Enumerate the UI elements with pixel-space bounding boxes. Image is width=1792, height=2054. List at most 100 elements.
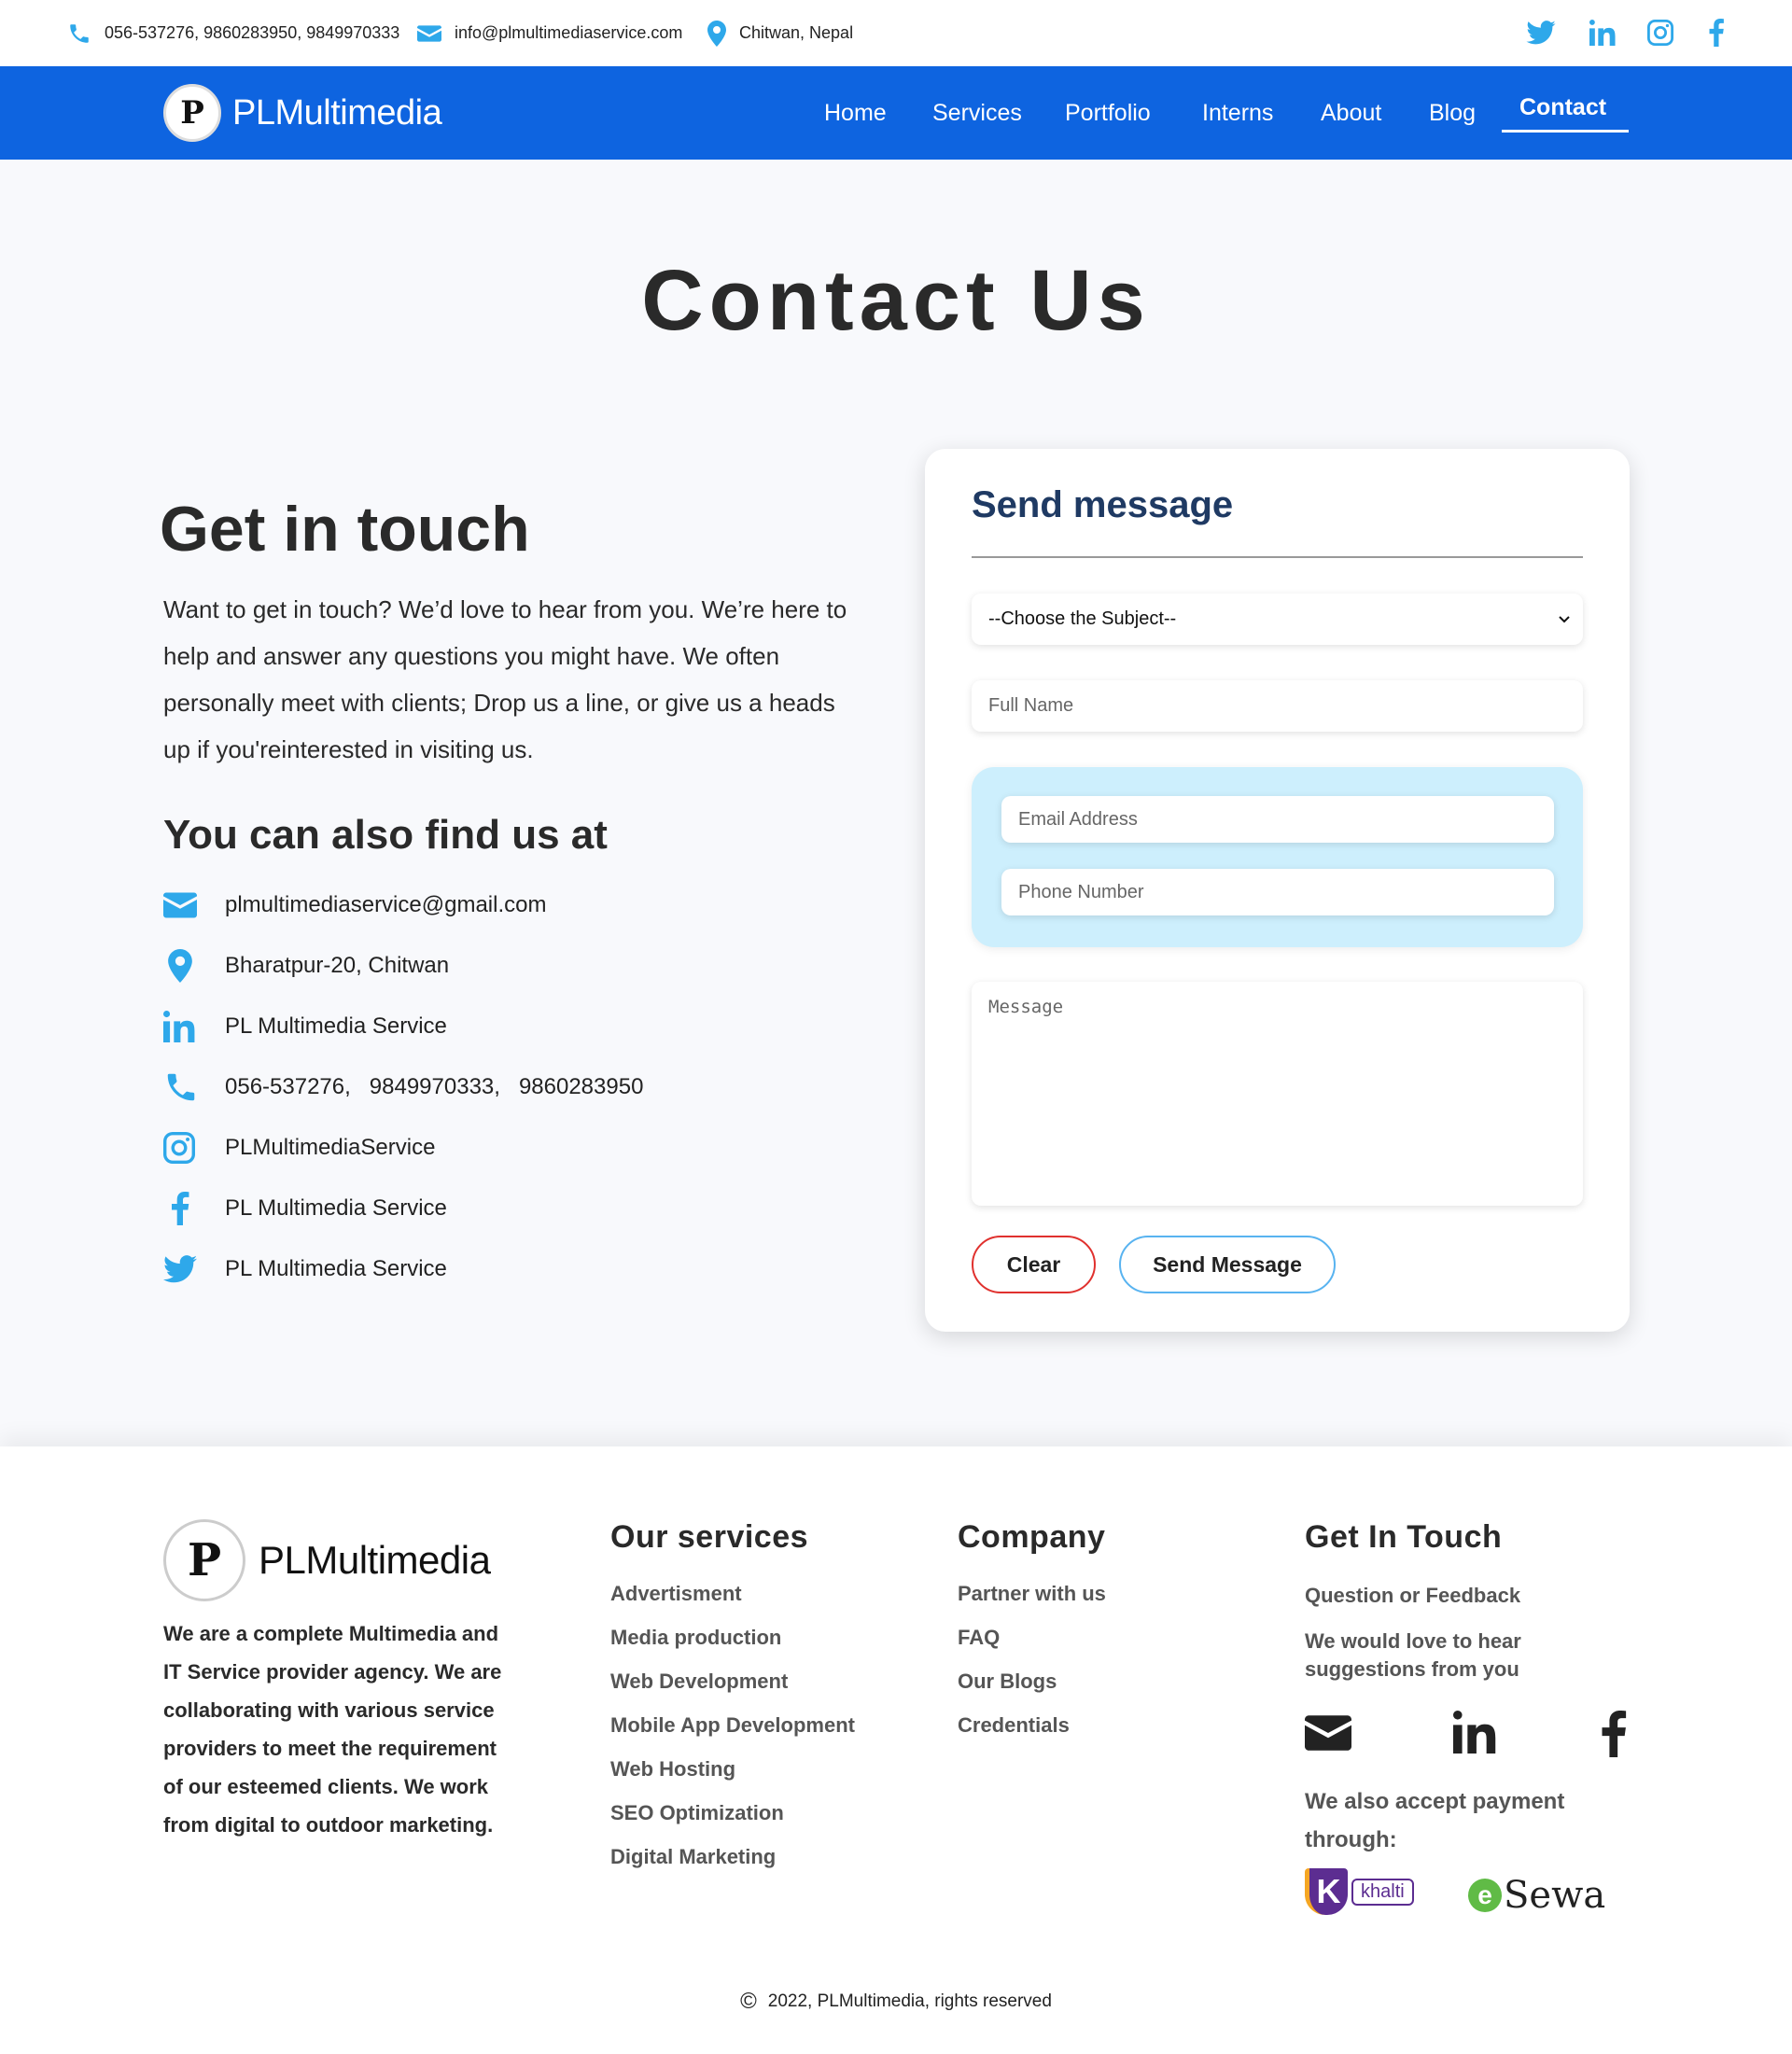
chevron-down-icon [1559, 615, 1570, 622]
esewa-mark: e [1468, 1879, 1502, 1912]
envelope-icon[interactable] [1305, 1714, 1351, 1752]
subject-select[interactable]: --Choose the Subject-- [972, 594, 1583, 645]
footer-company-link[interactable]: Partner with us [958, 1582, 1106, 1606]
copyright-icon: © [740, 1989, 757, 2014]
find-us-linkedin-text: PL Multimedia Service [225, 1013, 447, 1039]
linkedin-icon[interactable] [1453, 1711, 1496, 1754]
footer-touch-title: Get In Touch [1305, 1519, 1503, 1555]
payment-text: We also accept payment through: [1305, 1789, 1565, 1852]
map-pin-icon [707, 20, 726, 47]
page-title: Contact Us [641, 253, 1151, 348]
find-us-phone-text: 056-537276, 9849970333, 9860283950 [225, 1074, 644, 1099]
phone-icon [70, 23, 89, 43]
subject-select-value: --Choose the Subject-- [988, 608, 1177, 629]
footer-company-title: Company [958, 1519, 1106, 1555]
footer-company-link[interactable]: FAQ [958, 1626, 1000, 1650]
top-phone-text: 056-537276, 9860283950, 9849970333 [105, 23, 400, 42]
copyright-text: 2022, PLMultimedia, rights reserved [767, 1991, 1052, 2011]
footer-service-link[interactable]: Advertisment [610, 1582, 742, 1606]
esewa-logo: e Sewa [1468, 1874, 1605, 1917]
top-email-text: info@plmultimediaservice.com [455, 23, 683, 42]
nav-blog[interactable]: Blog [1429, 66, 1476, 160]
footer-service-link[interactable]: Digital Marketing [610, 1845, 776, 1869]
facebook-icon[interactable] [1600, 1711, 1628, 1757]
find-us-phone: 056-537276, 9849970333, 9860283950 [163, 1064, 643, 1111]
linkedin-icon [163, 1011, 195, 1042]
linkedin-icon[interactable] [1587, 17, 1618, 49]
phone-field[interactable]: Phone Number [1001, 869, 1554, 915]
phone-icon [167, 1073, 195, 1101]
footer-service-link[interactable]: Web Hosting [610, 1757, 735, 1782]
main-navbar: P PLMultimedia Home Services Portfolio I… [0, 66, 1792, 160]
nav-portfolio[interactable]: Portfolio [1065, 66, 1151, 160]
nav-contact[interactable]: Contact [1519, 61, 1606, 154]
twitter-icon[interactable] [1525, 17, 1557, 49]
find-us-facebook[interactable]: PL Multimedia Service [163, 1185, 447, 1232]
brand-name: PLMultimedia [232, 92, 442, 133]
active-nav-underline [1502, 130, 1629, 133]
title-divider [972, 556, 1583, 558]
footer-service-link[interactable]: Web Development [610, 1670, 788, 1694]
footer-service-link[interactable]: Media production [610, 1626, 781, 1650]
find-us-twitter-text: PL Multimedia Service [225, 1256, 447, 1281]
instagram-icon[interactable] [1645, 17, 1676, 49]
find-us-instagram[interactable]: PLMultimediaService [163, 1125, 435, 1171]
nav-home[interactable]: Home [824, 66, 887, 160]
full-name-placeholder: Full Name [988, 695, 1074, 716]
top-email[interactable]: info@plmultimediaservice.com [417, 0, 682, 66]
footer-question: Question or Feedback [1305, 1584, 1521, 1607]
find-us-address: Bharatpur-20, Chitwan [163, 943, 449, 989]
top-location-text: Chitwan, Nepal [739, 23, 854, 42]
send-message-card: Send message --Choose the Subject-- Full… [925, 449, 1630, 1332]
find-us-linkedin[interactable]: PL Multimedia Service [163, 1003, 447, 1050]
message-placeholder: Message [988, 997, 1064, 1017]
email-field[interactable]: Email Address [1001, 796, 1554, 843]
phone-placeholder: Phone Number [1018, 881, 1144, 902]
find-us-title: You can also find us at [163, 812, 608, 858]
map-pin-icon [168, 949, 192, 983]
footer-logo-badge: P [163, 1519, 245, 1601]
footer-service-link[interactable]: SEO Optimization [610, 1801, 784, 1825]
footer: P PLMultimedia We are a complete Multime… [0, 1446, 1792, 2054]
footer-brand-name: PLMultimedia [259, 1538, 491, 1582]
find-us-address-text: Bharatpur-20, Chitwan [225, 953, 450, 978]
nav-interns[interactable]: Interns [1202, 66, 1273, 160]
contact-details-group [972, 767, 1583, 947]
send-message-title: Send message [972, 484, 1234, 525]
khalti-label: khalti [1351, 1878, 1414, 1906]
instagram-icon [163, 1132, 195, 1164]
footer-brand[interactable]: P PLMultimedia [163, 1519, 491, 1601]
footer-service-link[interactable]: Mobile App Development [610, 1713, 855, 1738]
top-contact-bar: 056-537276, 9860283950, 9849970333 info@… [0, 0, 1792, 66]
footer-about: We are a complete Multimedia and IT Serv… [163, 1622, 502, 1837]
facebook-icon [172, 1192, 189, 1225]
envelope-icon [417, 24, 441, 42]
facebook-icon[interactable] [1701, 17, 1732, 49]
full-name-field[interactable]: Full Name [972, 680, 1583, 732]
get-in-touch-title: Get in touch [160, 494, 530, 565]
clear-button[interactable]: Clear [972, 1236, 1096, 1293]
khalti-logo: K khalti [1305, 1868, 1414, 1915]
brand-logo[interactable]: P PLMultimedia [163, 83, 442, 143]
envelope-icon [163, 892, 197, 918]
send-message-button[interactable]: Send Message [1119, 1236, 1336, 1293]
message-textarea[interactable]: Message [972, 982, 1583, 1206]
nav-about[interactable]: About [1321, 66, 1381, 160]
esewa-label: Sewa [1504, 1874, 1606, 1917]
find-us-email-text: plmultimediaservice@gmail.com [225, 892, 547, 917]
find-us-twitter[interactable]: PL Multimedia Service [163, 1246, 447, 1292]
copyright: © 2022, PLMultimedia, rights reserved [0, 1989, 1792, 2015]
find-us-facebook-text: PL Multimedia Service [225, 1195, 447, 1221]
khalti-mark: K [1305, 1868, 1348, 1915]
twitter-icon [163, 1255, 197, 1283]
top-phone: 056-537276, 9860283950, 9849970333 [67, 0, 399, 66]
email-placeholder: Email Address [1018, 808, 1138, 830]
top-location: Chitwan, Nepal [707, 0, 853, 66]
get-in-touch-body: Want to get in touch? We’d love to hear … [163, 595, 847, 763]
footer-suggestion: We would love to hear suggestions from y… [1305, 1629, 1521, 1681]
nav-services[interactable]: Services [932, 66, 1022, 160]
footer-company-link[interactable]: Our Blogs [958, 1670, 1057, 1694]
find-us-email[interactable]: plmultimediaservice@gmail.com [163, 882, 546, 929]
find-us-instagram-text: PLMultimediaService [225, 1135, 436, 1160]
footer-company-link[interactable]: Credentials [958, 1713, 1070, 1738]
